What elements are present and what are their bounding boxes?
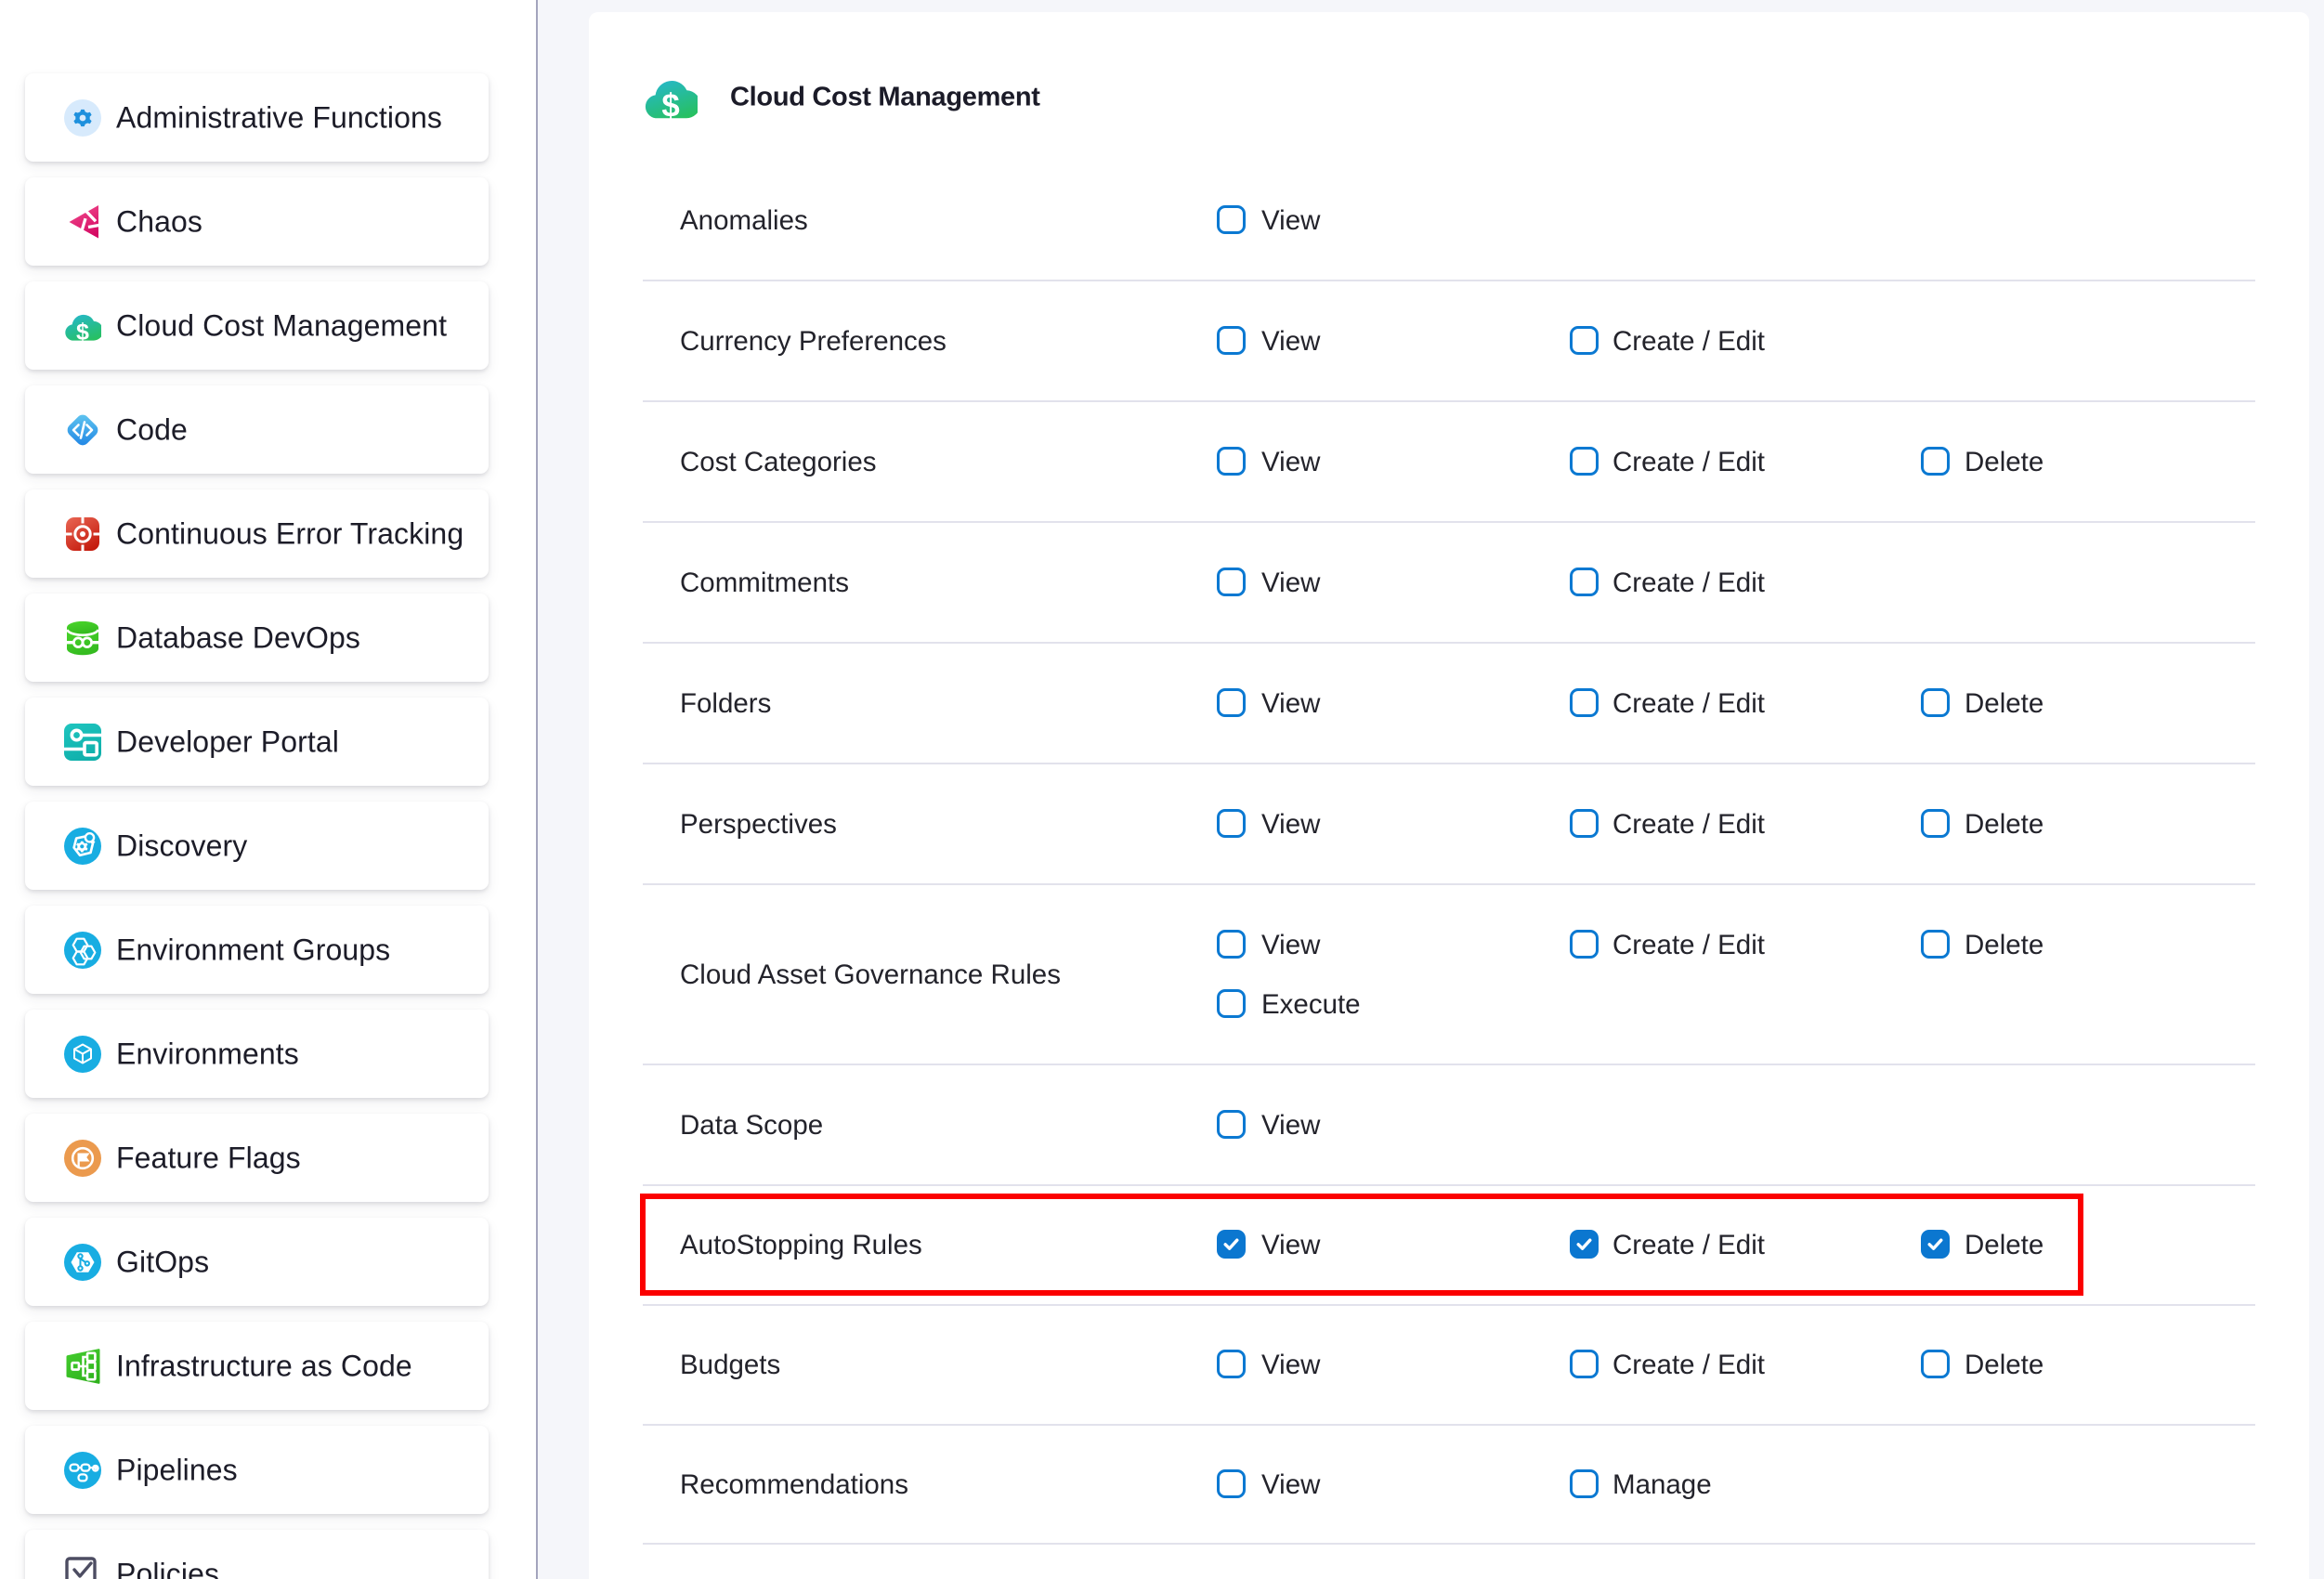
svg-text:$: $: [661, 87, 679, 119]
svg-text:$: $: [76, 319, 89, 341]
